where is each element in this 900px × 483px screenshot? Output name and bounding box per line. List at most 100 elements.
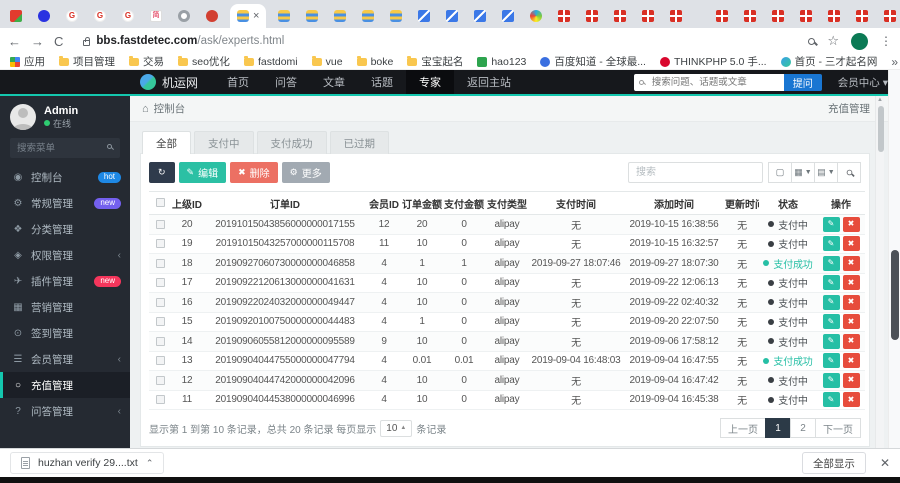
sidebar-item[interactable]: ▦ 营销管理 bbox=[0, 294, 130, 320]
sidebar-item[interactable]: ◈ 权限管理 ‹ bbox=[0, 242, 130, 268]
sidebar-search-input[interactable] bbox=[10, 138, 120, 158]
browser-tab[interactable] bbox=[582, 4, 602, 28]
search-toggle-button[interactable] bbox=[837, 162, 861, 183]
browser-menu-icon[interactable]: ⋮ bbox=[880, 34, 892, 48]
nav-item[interactable]: 文章 bbox=[310, 70, 358, 94]
download-item[interactable]: huzhan verify 29....txt ⌃ bbox=[10, 452, 165, 474]
export-button[interactable]: ▤ ▼ bbox=[814, 162, 838, 183]
browser-scrollbar-thumb[interactable] bbox=[891, 250, 899, 340]
column-header[interactable]: 更新时间 bbox=[725, 191, 759, 215]
row-checkbox[interactable] bbox=[155, 297, 165, 307]
site-logo[interactable]: 机运网 bbox=[140, 74, 198, 91]
browser-tab[interactable] bbox=[796, 4, 816, 28]
row-delete-button[interactable]: ✖ bbox=[842, 333, 860, 349]
row-checkbox[interactable] bbox=[155, 239, 165, 249]
row-checkbox[interactable] bbox=[155, 356, 165, 366]
member-center-menu[interactable]: 会员中心 ▾ bbox=[838, 75, 888, 90]
row-checkbox[interactable] bbox=[155, 258, 165, 268]
bookmark-star-icon[interactable]: ☆ bbox=[827, 33, 839, 49]
sidebar-item[interactable]: ⚙ 常规管理 new bbox=[0, 190, 130, 216]
bookmark-item[interactable]: seo优化 bbox=[178, 54, 230, 69]
column-header[interactable]: 添加时间 bbox=[623, 191, 725, 215]
browser-scrollbar[interactable] bbox=[888, 70, 900, 448]
delete-button[interactable]: ✖ 删除 bbox=[230, 162, 278, 183]
nav-item[interactable]: 话题 bbox=[358, 70, 406, 94]
more-button[interactable]: ⚙ 更多 bbox=[281, 162, 330, 183]
bookmark-item[interactable]: 首页 - 三才起名网 bbox=[780, 54, 877, 69]
row-delete-button[interactable]: ✖ bbox=[842, 353, 860, 369]
browser-tab[interactable] bbox=[824, 4, 844, 28]
bookmark-item[interactable]: 应用 bbox=[10, 54, 45, 69]
scroll-up-arrow[interactable]: ▲ bbox=[876, 96, 884, 105]
row-delete-button[interactable]: ✖ bbox=[842, 255, 860, 271]
row-delete-button[interactable]: ✖ bbox=[842, 216, 860, 232]
browser-tab[interactable] bbox=[610, 4, 630, 28]
filter-tab[interactable]: 支付成功 bbox=[256, 131, 327, 154]
toggle-view-button[interactable]: ▢ bbox=[768, 162, 792, 183]
refresh-button[interactable]: C bbox=[54, 34, 63, 49]
bookmark-item[interactable]: boke bbox=[356, 56, 393, 68]
browser-tab[interactable]: G bbox=[90, 4, 110, 28]
browser-tab[interactable] bbox=[768, 4, 788, 28]
row-delete-button[interactable]: ✖ bbox=[842, 236, 860, 252]
nav-item[interactable]: 问答 bbox=[262, 70, 310, 94]
column-header[interactable]: 支付金额 bbox=[443, 191, 485, 215]
row-edit-button[interactable]: ✎ bbox=[822, 353, 840, 369]
filter-tab[interactable]: 支付中 bbox=[194, 131, 254, 154]
row-delete-button[interactable]: ✖ bbox=[842, 372, 860, 388]
browser-tab[interactable] bbox=[6, 4, 26, 28]
column-header[interactable]: 上级ID bbox=[171, 191, 203, 215]
bookmark-item[interactable]: 交易 bbox=[129, 54, 164, 69]
browser-tab[interactable] bbox=[202, 4, 222, 28]
row-edit-button[interactable]: ✎ bbox=[822, 294, 840, 310]
browser-tab[interactable]: G bbox=[118, 4, 138, 28]
bookmark-item[interactable]: 百度知道 - 全球最... bbox=[540, 54, 646, 69]
column-header[interactable]: 操作 bbox=[817, 191, 865, 215]
bookmarks-overflow-icon[interactable]: » bbox=[891, 55, 898, 69]
row-edit-button[interactable]: ✎ bbox=[822, 314, 840, 330]
sidebar-item[interactable]: ☰ 会员管理 ‹ bbox=[0, 346, 130, 372]
row-checkbox[interactable] bbox=[155, 317, 165, 327]
browser-tab[interactable] bbox=[852, 4, 872, 28]
browser-tab[interactable] bbox=[470, 4, 490, 28]
browser-tab[interactable] bbox=[174, 4, 194, 28]
browser-tab[interactable] bbox=[554, 4, 574, 28]
show-all-downloads-button[interactable]: 全部显示 bbox=[801, 452, 866, 474]
browser-tab[interactable] bbox=[638, 4, 658, 28]
row-checkbox[interactable] bbox=[155, 278, 165, 288]
back-button[interactable]: ← bbox=[8, 34, 21, 49]
row-delete-button[interactable]: ✖ bbox=[842, 314, 860, 330]
url-bar[interactable]: bbs.fastdetec.com/ask/experts.html bbox=[73, 31, 799, 51]
row-checkbox[interactable] bbox=[155, 395, 165, 405]
row-edit-button[interactable]: ✎ bbox=[822, 236, 840, 252]
row-checkbox[interactable] bbox=[155, 375, 165, 385]
row-delete-button[interactable]: ✖ bbox=[842, 275, 860, 291]
sidebar-item[interactable]: ⊙ 签到管理 bbox=[0, 320, 130, 346]
tab-close-icon[interactable]: × bbox=[253, 10, 259, 22]
bookmark-item[interactable]: THINKPHP 5.0 手... bbox=[659, 54, 767, 69]
bookmark-item[interactable]: fastdomi bbox=[243, 56, 298, 68]
browser-tab[interactable] bbox=[880, 4, 900, 28]
sidebar-item[interactable]: ? 问答管理 ‹ bbox=[0, 398, 130, 424]
sidebar-item[interactable]: ○ 充值管理 bbox=[0, 372, 130, 398]
browser-tab[interactable] bbox=[414, 4, 434, 28]
browser-profile-avatar[interactable] bbox=[851, 32, 868, 50]
page-button[interactable]: 2 bbox=[790, 418, 816, 438]
bookmark-item[interactable]: 宝宝起名 bbox=[407, 54, 463, 69]
nav-item[interactable]: 返回主站 bbox=[454, 70, 524, 94]
row-checkbox[interactable] bbox=[155, 336, 165, 346]
row-edit-button[interactable]: ✎ bbox=[822, 275, 840, 291]
sidebar-item[interactable]: ✈ 插件管理 new bbox=[0, 268, 130, 294]
breadcrumb[interactable]: ⌂ 控制台 bbox=[142, 101, 185, 116]
sidebar-item[interactable]: ◉ 控制台 hot bbox=[0, 164, 130, 190]
browser-tab[interactable] bbox=[666, 4, 686, 28]
column-header[interactable]: 状态 bbox=[759, 191, 817, 215]
columns-button[interactable]: ▦ ▼ bbox=[791, 162, 815, 183]
browser-tab[interactable] bbox=[386, 4, 406, 28]
header-search-input[interactable] bbox=[633, 73, 784, 91]
filter-tab[interactable]: 全部 bbox=[142, 131, 191, 154]
refresh-table-button[interactable]: ↻ bbox=[149, 162, 175, 183]
column-header[interactable]: 支付类型 bbox=[485, 191, 529, 215]
column-header[interactable]: 会员ID bbox=[367, 191, 401, 215]
browser-tab[interactable] bbox=[274, 4, 294, 28]
